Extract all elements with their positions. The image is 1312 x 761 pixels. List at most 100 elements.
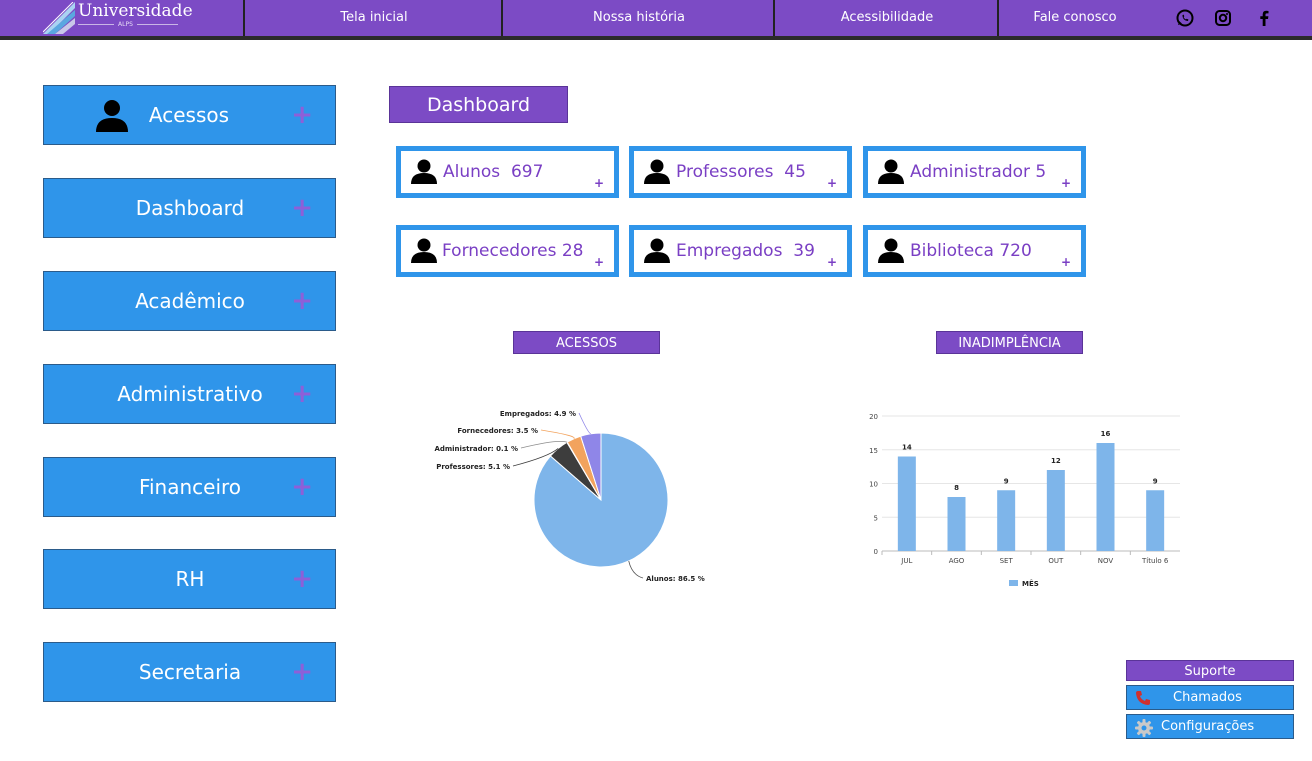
logo-mark-icon [43, 2, 75, 34]
plus-icon[interactable]: + [827, 176, 837, 190]
user-icon [411, 159, 437, 184]
university-logo[interactable]: Universidade ALPS [40, 0, 245, 36]
plus-icon[interactable]: + [827, 255, 837, 269]
plus-icon[interactable]: + [291, 272, 313, 330]
logo-text: Universidade [78, 1, 193, 21]
pie-chart-title: ACESSOS [513, 331, 660, 354]
stat-card-text: Fornecedores 28 [442, 230, 583, 272]
plus-icon[interactable]: + [594, 255, 604, 269]
sidebar-item-rh[interactable]: RH + [43, 549, 336, 609]
sidebar-item-secretaria[interactable]: Secretaria + [43, 642, 336, 702]
pie-label-alunos: Alunos: 86.5 % [646, 575, 705, 583]
bar-set [997, 490, 1016, 551]
sidebar-item-label: Financeiro [138, 475, 242, 499]
configuracoes-button[interactable]: Configurações [1126, 714, 1294, 739]
bar-jul [897, 456, 916, 551]
sidebar-item-dashboard[interactable]: Dashboard + [43, 178, 336, 238]
stat-card-text: Biblioteca 720 [910, 230, 1032, 272]
sidebar-item-label: Secretaria [138, 660, 242, 684]
bar-chart-title: INADIMPLÊNCIA [936, 331, 1083, 354]
legend-label: MÊS [1022, 579, 1039, 588]
stat-card-biblioteca[interactable]: Biblioteca 720 + [863, 225, 1086, 277]
user-icon [411, 238, 437, 263]
nav-fale-conosco[interactable]: Fale conosco [997, 0, 1151, 36]
pie-leader-line [578, 412, 591, 435]
sidebar-item-label: RH [175, 567, 205, 591]
whatsapp-icon[interactable] [1175, 8, 1195, 28]
x-tick-label: AGO [949, 557, 965, 565]
plus-icon[interactable]: + [1061, 176, 1071, 190]
sidebar-item-acessos[interactable]: Acessos + [43, 85, 336, 145]
bar-título-6 [1146, 490, 1165, 551]
nav-tela-inicial[interactable]: Tela inicial [243, 0, 503, 36]
nav-acessibilidade[interactable]: Acessibilidade [773, 0, 999, 36]
y-tick-label: 5 [874, 514, 878, 522]
plus-icon[interactable]: + [291, 179, 313, 237]
sidebar-item-label: Acadêmico [135, 289, 245, 313]
stat-card-administrador[interactable]: Administrador 5 + [863, 146, 1086, 198]
plus-icon[interactable]: + [291, 550, 313, 608]
stat-card-label: Biblioteca [910, 241, 994, 261]
user-icon [878, 159, 904, 184]
stat-card-text: Administrador 5 [910, 151, 1046, 193]
legend-swatch [1009, 580, 1018, 586]
y-tick-label: 15 [869, 447, 878, 455]
x-tick-label: OUT [1048, 557, 1064, 565]
stat-card-empregados[interactable]: Empregados 39 + [629, 225, 852, 277]
stat-card-alunos[interactable]: Alunos 697 + [396, 146, 619, 198]
y-tick-label: 20 [869, 413, 878, 421]
nav-nossa-historia[interactable]: Nossa história [501, 0, 775, 36]
facebook-icon[interactable] [1254, 8, 1274, 28]
support-title: Suporte [1126, 660, 1294, 681]
stat-card-count: 45 [784, 162, 806, 182]
user-icon [644, 238, 670, 263]
user-icon [644, 159, 670, 184]
bar-data-label: 9 [1004, 477, 1009, 485]
sidebar-item-label: Dashboard [135, 196, 245, 220]
plus-icon[interactable]: + [291, 643, 313, 701]
x-tick-label: Título 6 [1141, 557, 1169, 565]
pie-leader-line [628, 560, 644, 579]
bar-nov [1096, 443, 1115, 551]
y-tick-label: 10 [869, 481, 878, 489]
stat-card-text: Professores 45 [676, 151, 806, 193]
x-tick-label: JUL [900, 557, 912, 565]
stat-card-label: Fornecedores [442, 241, 557, 261]
x-tick-label: SET [1000, 557, 1014, 565]
instagram-icon[interactable] [1213, 8, 1233, 28]
chamados-button[interactable]: Chamados [1126, 685, 1294, 710]
pie-label-administrador: Administrador: 0.1 % [434, 445, 518, 453]
plus-icon[interactable]: + [291, 365, 313, 423]
top-navbar: Universidade ALPS Tela inicial Nossa his… [0, 0, 1312, 40]
bar-data-label: 14 [902, 444, 912, 452]
pie-chart: Alunos: 86.5 % Professores: 5.1 % Administ… [434, 410, 705, 583]
stat-card-fornecedores[interactable]: Fornecedores 28 + [396, 225, 619, 277]
stat-card-count: 5 [1035, 162, 1047, 182]
gear-icon [1135, 719, 1153, 737]
bar-data-label: 8 [954, 484, 959, 492]
bar-data-label: 12 [1051, 457, 1061, 465]
stat-card-professores[interactable]: Professores 45 + [629, 146, 852, 198]
sidebar-item-financeiro[interactable]: Financeiro + [43, 457, 336, 517]
sidebar-item-label: Acessos [148, 103, 230, 127]
plus-icon[interactable]: + [291, 458, 313, 516]
y-tick-label: 0 [874, 548, 878, 556]
sidebar-item-academico[interactable]: Acadêmico + [43, 271, 336, 331]
stat-card-text: Empregados 39 [676, 230, 815, 272]
sidebar-item-administrativo[interactable]: Administrativo + [43, 364, 336, 424]
plus-icon[interactable]: + [291, 86, 313, 144]
stat-card-label: Alunos [443, 162, 501, 182]
plus-icon[interactable]: + [1061, 255, 1071, 269]
plus-icon[interactable]: + [594, 176, 604, 190]
stat-card-count: 28 [561, 241, 584, 261]
page-title: Dashboard [389, 86, 568, 123]
stat-card-count: 720 [999, 241, 1032, 261]
chamados-label: Chamados [1173, 690, 1242, 705]
user-icon [878, 238, 904, 263]
pie-label-empregados: Empregados: 4.9 % [500, 410, 576, 418]
pie-leader-line [540, 429, 575, 440]
stat-card-count: 39 [793, 241, 815, 261]
bar-ago [947, 497, 966, 551]
stat-card-label: Empregados [676, 241, 783, 261]
logo-subtext: ALPS [114, 21, 137, 28]
